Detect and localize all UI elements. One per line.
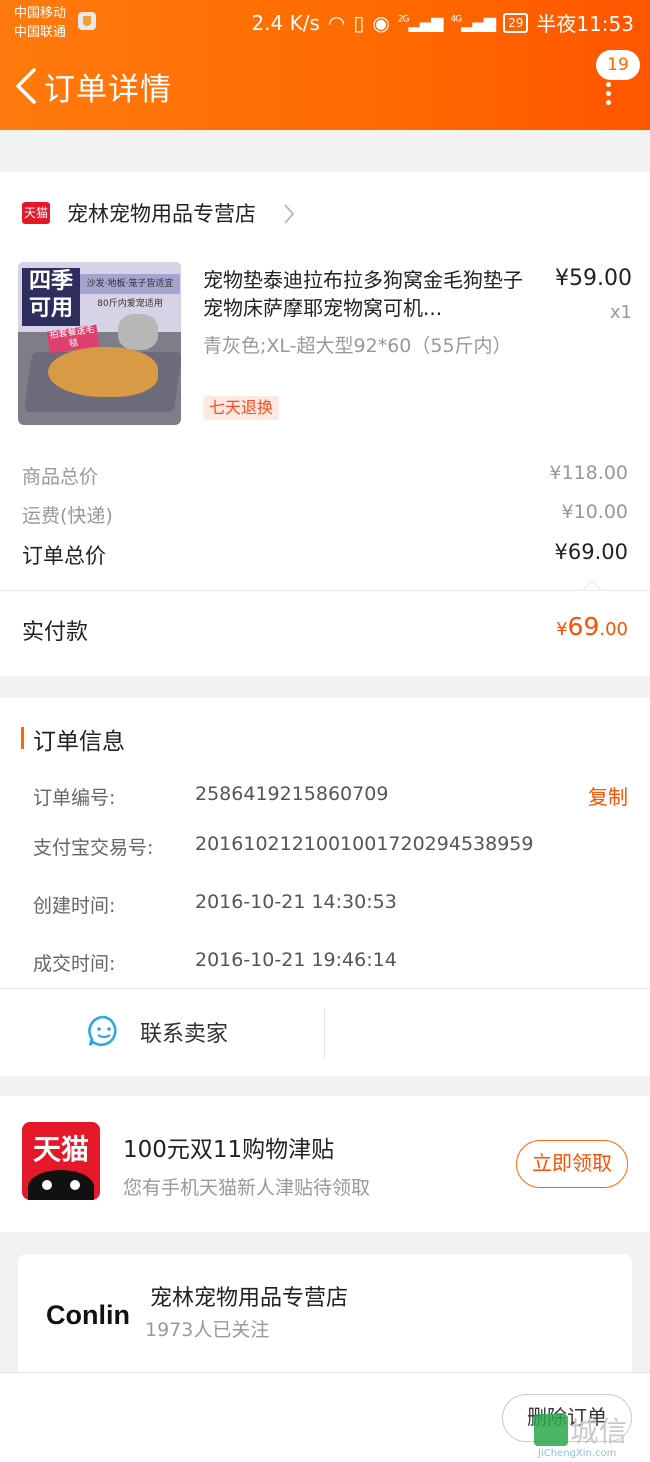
created-time-value: 2016-10-21 14:30:53 <box>195 891 397 913</box>
order-info-title: 订单信息 <box>33 729 125 755</box>
shipping-value: ¥10.00 <box>561 501 628 523</box>
product-title[interactable]: 宠物垫泰迪拉布拉多狗窝金毛狗垫子宠物床萨摩耶宠物窝可机... <box>203 266 538 322</box>
divider <box>0 988 650 989</box>
shipping-label: 运费(快递) <box>22 505 113 527</box>
paid-amount-value: ¥69.00 <box>556 612 628 641</box>
carrier-2: 中国联通 <box>14 25 67 40</box>
divider <box>0 590 650 591</box>
product-image-subline: 80斤内爱宠适用 <box>97 299 163 309</box>
goods-total-value: ¥118.00 <box>549 462 628 484</box>
vibrate-icon: ▯ <box>353 10 365 35</box>
battery-icon: 29 <box>503 12 529 33</box>
headphone-icon: ◠ <box>327 10 346 35</box>
eye-icon: ◉ <box>372 10 390 35</box>
chevron-right-icon[interactable] <box>281 202 297 226</box>
claim-now-button[interactable]: 立即领取 <box>516 1140 628 1188</box>
deal-time-value: 2016-10-21 19:46:14 <box>195 949 397 971</box>
copy-order-number-button[interactable]: 复制 <box>588 781 628 810</box>
shop-card-name[interactable]: 宠林宠物用品专营店 <box>150 1280 348 1312</box>
product-image-headline: 四季可用 <box>22 268 80 326</box>
status-bar-right: 2.4 K/s ◠ ▯ ◉ 2G▂▄▆ 4G▂▄▆ 29 半夜11:53 <box>251 8 634 37</box>
promo-title: 100元双11购物津贴 <box>123 1137 335 1163</box>
watermark-text: 城信 <box>570 1415 629 1448</box>
back-arrow-icon[interactable] <box>12 66 40 106</box>
return-policy-tag: 七天退换 <box>203 396 280 420</box>
carrier-1: 中国移动 <box>14 6 67 21</box>
order-total-value: ¥69.00 <box>554 540 628 564</box>
section-accent-bar <box>21 727 24 749</box>
store-name-link[interactable]: 宠林宠物用品专营店 <box>67 198 256 228</box>
watermark-logo <box>534 1414 568 1446</box>
clock: 半夜11:53 <box>536 12 634 36</box>
network-speed: 2.4 K/s <box>251 10 320 35</box>
shield-icon <box>78 12 96 30</box>
signal-icon-1: 2G▂▄▆ <box>397 13 444 32</box>
product-price: ¥59.00 <box>555 266 632 291</box>
product-image-banner: 沙发·地板·笼子皆适宜 <box>80 274 180 294</box>
order-total-label: 订单总价 <box>22 544 106 568</box>
deal-time-label: 成交时间: <box>33 953 116 975</box>
alipay-trade-label: 支付宝交易号: <box>33 837 154 859</box>
created-time-label: 创建时间: <box>33 895 116 917</box>
paid-amount-label: 实付款 <box>22 620 89 645</box>
watermark-sub: JiChengXin.com <box>538 1448 617 1459</box>
contact-seller-button[interactable]: 联系卖家 <box>140 1016 228 1048</box>
product-quantity: x1 <box>609 302 632 323</box>
order-number-label: 订单编号: <box>33 787 116 809</box>
carrier-info: 中国移动 中国联通 <box>14 4 66 42</box>
app-header: 中国移动 中国联通 2.4 K/s ◠ ▯ ◉ 2G▂▄▆ 4G▂▄▆ 29 半… <box>0 0 650 130</box>
page-title: 订单详情 <box>44 72 172 108</box>
signal-icon-2: 4G▂▄▆ <box>450 13 496 32</box>
promo-subtitle: 您有手机天猫新人津贴待领取 <box>123 1177 371 1199</box>
chat-bubble-icon[interactable] <box>87 1014 121 1048</box>
tmall-badge-icon: 天猫 <box>22 202 50 224</box>
order-number-value: 2586419215860709 <box>195 783 389 805</box>
product-sku: 青灰色;XL-超大型92*60（55斤内） <box>203 335 512 357</box>
shop-followers: 1973人已关注 <box>145 1319 270 1341</box>
more-menu-icon[interactable] <box>606 82 612 105</box>
shop-logo: Conlin <box>46 1300 130 1330</box>
message-count-badge[interactable]: 19 <box>596 50 640 80</box>
alipay-trade-value: 2016102121001001720294538959 <box>195 833 534 855</box>
product-thumbnail[interactable]: 四季可用 沙发·地板·笼子皆适宜 80斤内爱宠适用 拍套餐送毛毯 <box>18 262 181 425</box>
vertical-divider <box>324 1008 325 1058</box>
goods-total-label: 商品总价 <box>22 466 99 488</box>
tmall-logo-icon: 天猫 <box>22 1122 100 1200</box>
